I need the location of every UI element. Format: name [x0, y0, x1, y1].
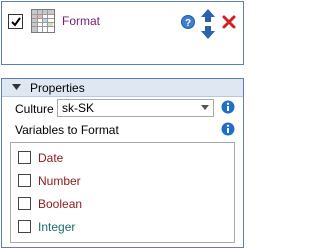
activity-title: Format	[62, 14, 101, 28]
help-icon[interactable]: ?	[181, 15, 195, 29]
variable-checkbox[interactable]	[18, 197, 31, 210]
variable-label: Integer	[38, 220, 76, 234]
variable-label: Number	[38, 174, 81, 188]
culture-selected-value: sk-SK	[62, 101, 95, 115]
activity-enabled-checkbox[interactable]	[8, 14, 23, 29]
activity-card[interactable]: Format ?	[1, 1, 244, 65]
variables-list: Date Number Boolean Integer	[10, 142, 235, 243]
checkmark-icon	[11, 17, 21, 27]
variable-checkbox[interactable]	[18, 151, 31, 164]
culture-info-icon[interactable]	[221, 100, 235, 114]
variable-checkbox[interactable]	[18, 220, 31, 233]
variables-label: Variables to Format	[15, 123, 119, 137]
variable-label: Boolean	[38, 197, 83, 211]
chevron-down-icon	[201, 105, 209, 110]
move-up-down-icon[interactable]	[200, 8, 216, 40]
culture-label: Culture	[15, 102, 54, 116]
collapse-arrow-icon[interactable]	[12, 84, 21, 91]
culture-select[interactable]: sk-SK	[57, 99, 214, 117]
properties-header[interactable]: Properties	[2, 79, 243, 97]
delete-icon[interactable]	[222, 15, 236, 29]
properties-title: Properties	[30, 81, 85, 95]
properties-panel: Properties Culture sk-SK Variables to Fo…	[1, 78, 244, 248]
variable-label: Date	[38, 151, 64, 165]
variable-checkbox[interactable]	[18, 174, 31, 187]
spreadsheet-grid-icon	[31, 9, 55, 33]
svg-text:?: ?	[185, 18, 191, 29]
variables-info-icon[interactable]	[221, 122, 235, 136]
